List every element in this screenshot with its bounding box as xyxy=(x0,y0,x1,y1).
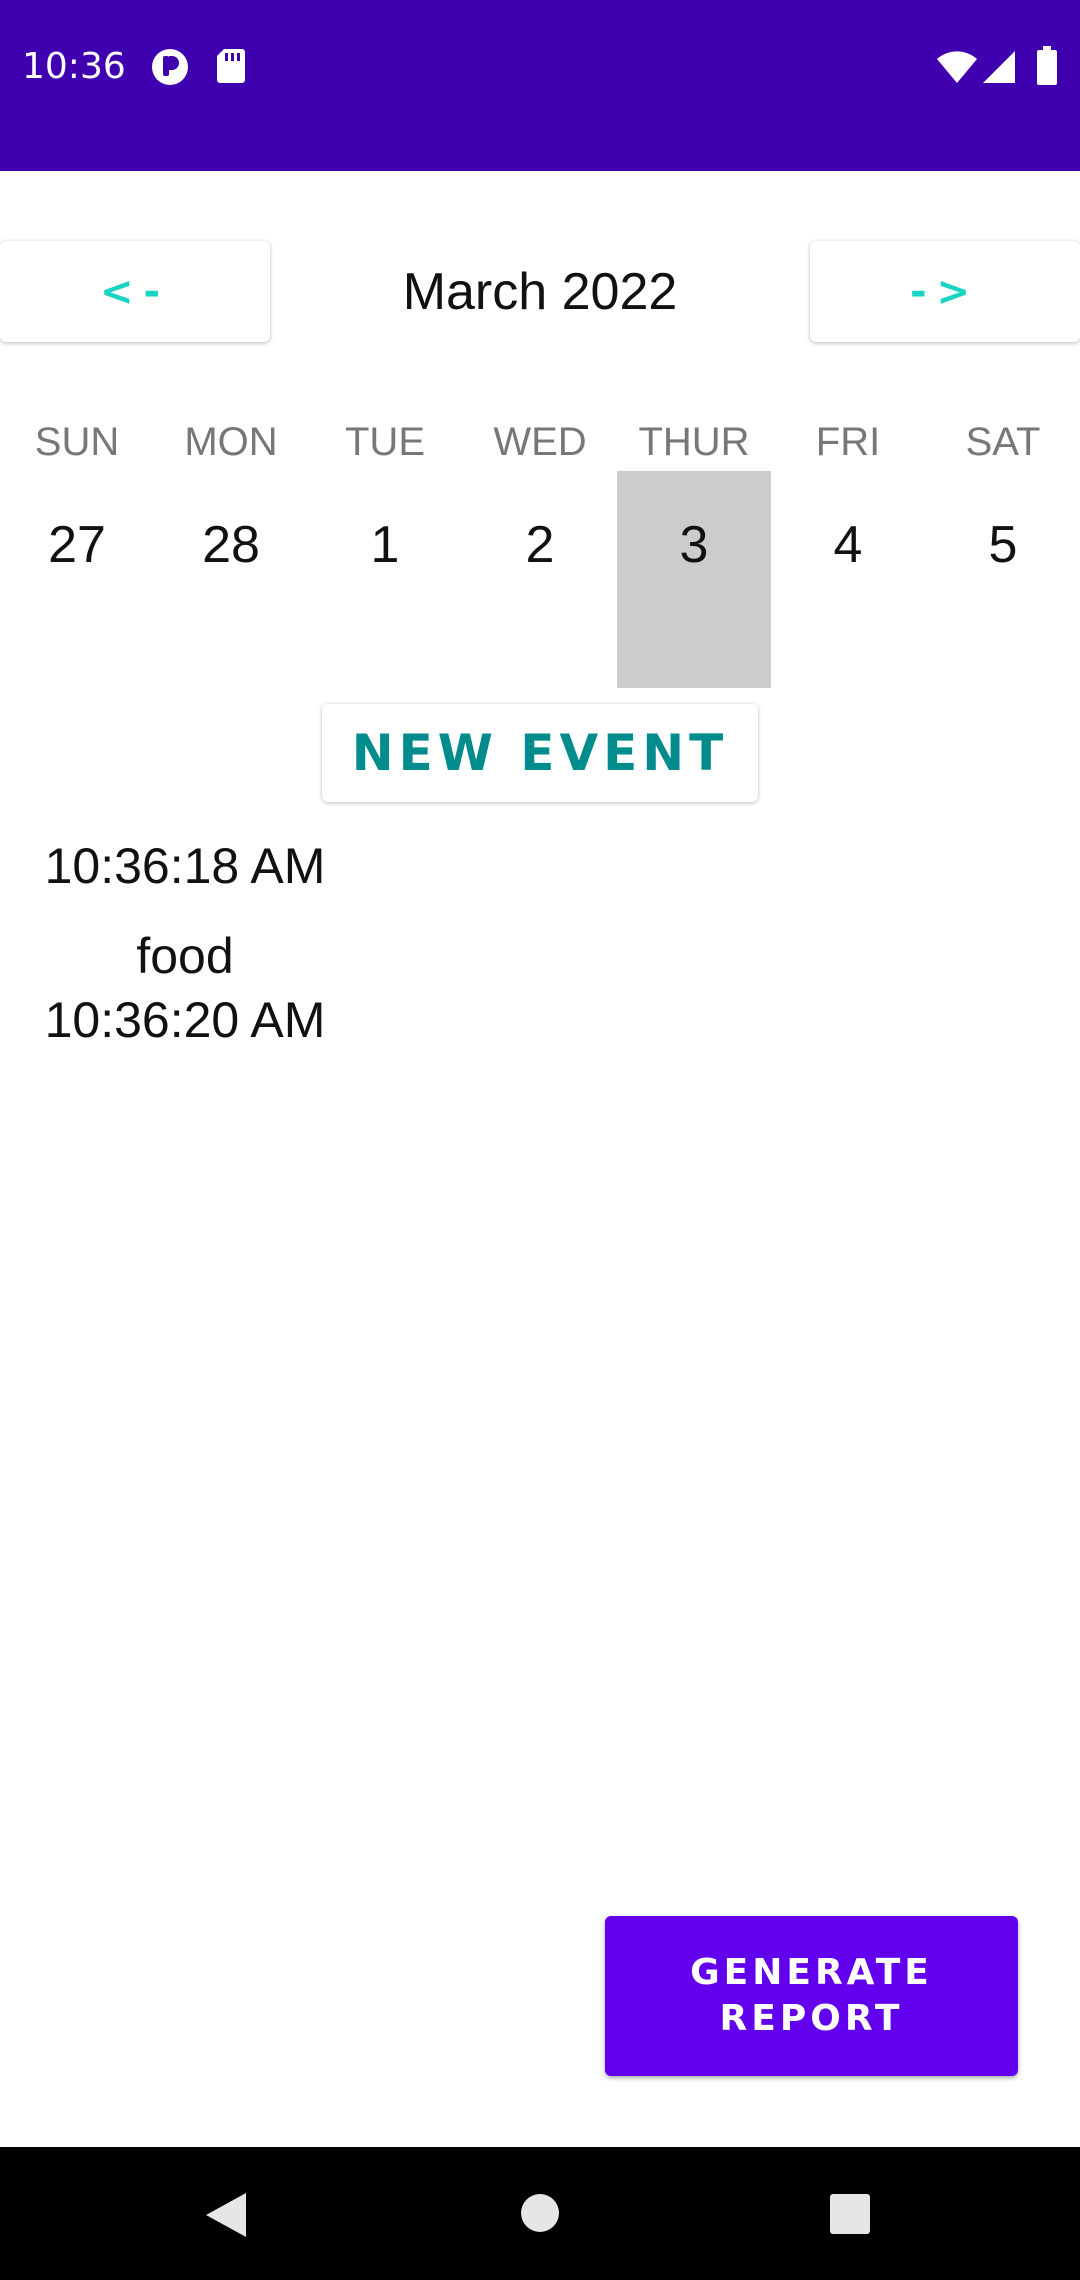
day-number: 5 xyxy=(988,516,1018,574)
day-name: MON xyxy=(184,420,278,464)
app-screen: 10:36 <- March 2022 -> SUN 27 MON 28 TUE… xyxy=(0,0,1080,2280)
day-name: SAT xyxy=(965,420,1041,464)
previous-month-button[interactable]: <- xyxy=(0,241,270,342)
battery-icon xyxy=(1036,46,1058,90)
day-cell-thur-selected[interactable]: THUR 3 xyxy=(617,410,771,688)
list-item[interactable]: 10:36:18 AM xyxy=(40,834,330,898)
week-row: SUN 27 MON 28 TUE 1 WED 2 THUR 3 FRI 4 S… xyxy=(0,410,1080,688)
day-name: WED xyxy=(493,420,587,464)
day-name: SUN xyxy=(34,420,120,464)
event-list[interactable]: 10:36:18 AM food 10:36:20 AM xyxy=(40,834,330,1150)
day-number: 4 xyxy=(833,516,863,574)
sd-card-icon xyxy=(216,47,246,89)
day-name: FRI xyxy=(815,420,881,464)
day-number: 2 xyxy=(525,516,555,574)
recents-icon[interactable] xyxy=(829,2193,871,2239)
day-name: TUE xyxy=(345,420,425,464)
status-time: 10:36 xyxy=(22,46,126,87)
month-title: March 2022 xyxy=(402,263,678,321)
day-cell-sun[interactable]: SUN 27 xyxy=(0,410,154,688)
day-number: 3 xyxy=(679,516,709,574)
day-number: 28 xyxy=(202,516,260,574)
day-cell-sat[interactable]: SAT 5 xyxy=(926,410,1080,688)
system-nav-bar xyxy=(0,2147,1080,2280)
signal-icon xyxy=(982,50,1016,88)
list-item[interactable]: food 10:36:20 AM xyxy=(40,924,330,1052)
wifi-icon xyxy=(936,50,978,88)
selected-day-highlight xyxy=(617,471,771,688)
generate-report-button[interactable]: GENERATE REPORT xyxy=(605,1916,1018,2076)
status-bar: 10:36 xyxy=(0,0,1080,171)
day-number: 27 xyxy=(48,516,106,574)
new-event-button[interactable]: NEW EVENT xyxy=(322,704,758,802)
day-cell-wed[interactable]: WED 2 xyxy=(463,410,617,688)
back-icon[interactable] xyxy=(204,2191,248,2243)
day-cell-fri[interactable]: FRI 4 xyxy=(771,410,925,688)
home-icon[interactable] xyxy=(520,2193,560,2237)
day-cell-tue[interactable]: TUE 1 xyxy=(308,410,462,688)
day-name: THUR xyxy=(638,420,750,464)
next-month-button[interactable]: -> xyxy=(810,241,1080,342)
day-cell-mon[interactable]: MON 28 xyxy=(154,410,308,688)
notification-icon xyxy=(150,47,190,91)
day-number: 1 xyxy=(370,516,400,574)
